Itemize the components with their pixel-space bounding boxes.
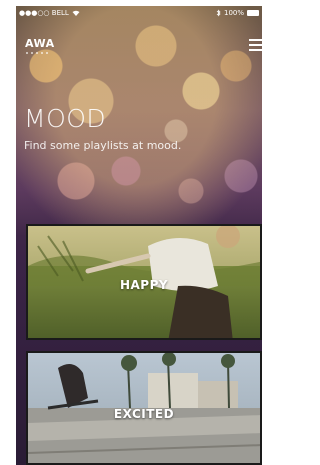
status-left: ●●●○○ BELL [19,9,80,17]
logo-dots [26,52,48,54]
bluetooth-icon [216,9,221,17]
mood-card-excited[interactable]: EXCITED [26,351,262,465]
app-screen: ●●●○○ BELL 100% AWA MOOD Find some playl… [16,6,262,465]
carrier-label: ●●●○○ BELL [19,9,69,17]
status-right: 100% [216,9,259,17]
battery-label: 100% [223,9,244,17]
page-subtitle: Find some playlists at mood. [24,139,182,152]
status-bar: ●●●○○ BELL 100% [16,6,262,20]
wifi-icon [72,10,80,16]
battery-icon [247,10,259,16]
mood-label-happy: HAPPY [119,278,169,292]
page-title: MOOD [24,104,107,133]
mood-card-happy[interactable]: HAPPY [26,224,262,340]
mood-label-excited: EXCITED [113,407,175,421]
menu-icon[interactable] [249,39,262,51]
app-logo: AWA [25,37,55,50]
